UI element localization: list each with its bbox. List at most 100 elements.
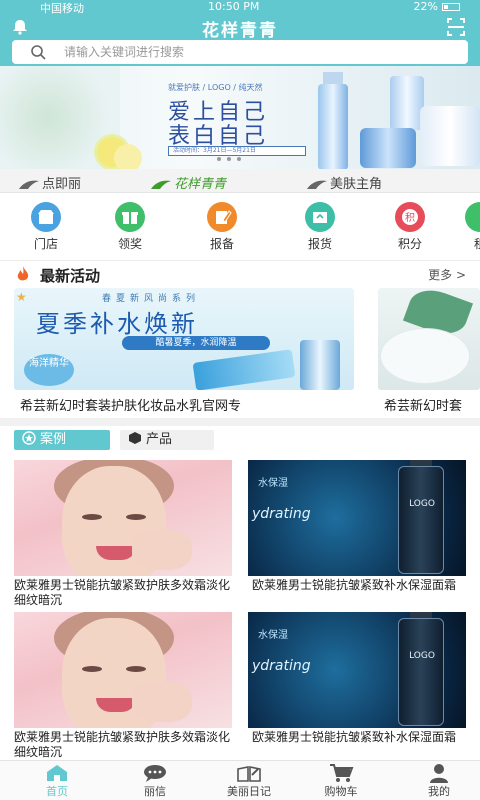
case-card-caption[interactable]: 欧莱雅男士锐能抗皱紧致护肤多效霜淡化细纹暗沉 [14,730,232,760]
rent-icon [465,202,480,232]
product-bottle: LOGO [398,618,444,726]
case-card-caption[interactable]: 欧莱雅男士锐能抗皱紧致补水保湿面霜 [252,578,470,593]
promo-subtitle: 春夏新风尚系列 [102,294,201,304]
search-bar[interactable] [12,40,468,64]
brand-tab-label: 美肤主角 [330,177,383,192]
tab-cart[interactable]: 购物车 [306,763,376,799]
dish-image [380,328,470,384]
brand-tab-label: 花样青青 [174,177,227,192]
section-divider [0,418,480,426]
tab-label: 美丽日记 [227,785,271,798]
leaf-logo-icon [307,180,327,189]
promo-card[interactable] [378,288,480,390]
case-card-image[interactable]: 水保湿 ydrating LOGO [248,612,466,728]
tab-label: 购物车 [324,785,358,798]
tab-diary[interactable]: 美丽日记 [214,763,284,799]
product-jar [420,106,480,166]
promo-headline: 夏季补水焕新 [36,310,198,338]
quick-rent[interactable]: 租 [450,202,480,252]
chat-icon [142,763,168,783]
card-image-text: ydrating [252,658,311,674]
case-card-caption[interactable]: 欧莱雅男士锐能抗皱紧致护肤多效霜淡化细纹暗沉 [14,578,232,608]
quick-label: 门店 [33,237,58,251]
bottle-logo: LOGO [409,651,435,661]
fire-icon [14,265,32,283]
promo-seal: 海洋精华 [24,354,74,386]
status-bar: 中国移动 10:50 PM 22% [0,0,480,15]
quick-reward[interactable]: 领奖 [100,202,160,252]
quick-label: 报备 [209,237,234,251]
brand-tab-meifuzhujiao[interactable]: 美肤主角 [306,173,382,192]
case-card-image[interactable]: 水保湿 ydrating LOGO [248,460,466,576]
tab-label: 我的 [428,785,450,798]
user-icon [426,763,452,783]
svg-text:积: 积 [405,212,415,224]
eye-shape [82,666,102,672]
tab-profile[interactable]: 我的 [404,763,474,799]
points-icon: 积 [395,202,425,232]
tab-case[interactable]: 案例 [14,430,110,450]
quick-label: 积分 [397,237,422,251]
quick-label: 租 [473,237,480,251]
card-image-text: 水保湿 [258,630,288,641]
brand-tab-huayangqingqing[interactable]: 花样青青 [150,173,226,192]
eye-shape [82,514,102,520]
product-bottle [390,76,424,130]
quick-label: 报货 [307,237,332,251]
content-tabs: 案例 产品 [0,426,480,456]
promo-card[interactable]: ★ 春夏新风尚系列 夏季补水焕新 酷暑夏季，水润降温 海洋精华 [14,288,354,390]
quick-store[interactable]: 门店 [16,202,76,252]
app-header: 花样青青 [0,14,480,66]
hero-banner[interactable]: 就爱护肤 / LOGO / 纯天然 爱上自己 表白自己 活动时间：3月21日—5… [0,66,480,169]
search-input[interactable] [64,42,444,62]
battery-percent: 22% [413,0,438,13]
banner-tagline: 就爱护肤 / LOGO / 纯天然 [168,83,263,92]
lemon-slice-image [114,144,142,169]
brand-tab-dianjili[interactable]: 点即丽 [18,173,81,192]
tab-product[interactable]: 产品 [120,430,214,450]
banner-date: 活动时间：3月21日—5月21日 [168,146,306,156]
promo-caption[interactable]: 希芸新幻时套 [384,395,480,414]
case-card-image[interactable] [14,612,232,728]
clock: 10:50 PM [208,0,260,13]
tab-case-label: 案例 [40,432,67,447]
scan-icon[interactable] [446,17,466,37]
case-card-image[interactable] [14,460,232,576]
edit-icon [207,202,237,232]
product-tube [192,349,296,390]
hand-shape [132,682,192,722]
bottle-logo: LOGO [409,499,435,509]
brand-tabs: 点即丽 花样青青 美肤主角 [0,169,480,193]
leaf-logo-icon [19,180,39,189]
leaf-logo-icon [151,180,171,189]
gift-icon [115,202,145,232]
diary-icon [236,763,262,783]
bottom-tab-bar: 首页 丽信 美丽日记 购物车 我的 [0,760,480,800]
cube-icon [129,432,141,444]
product-bottle [300,340,340,390]
tab-label: 丽信 [144,785,166,798]
product-jar [360,128,416,168]
quick-order[interactable]: 报货 [290,202,350,252]
quick-points[interactable]: 积 积分 [380,202,440,252]
tab-messages[interactable]: 丽信 [120,763,190,799]
brand-tab-label: 点即丽 [42,177,82,192]
activity-title: 最新活动 [40,267,101,285]
more-link[interactable]: 更多 > [428,266,466,283]
case-icon [22,431,36,445]
card-image-text: ydrating [252,506,311,522]
home-icon [44,763,70,783]
app-title: 花样青青 [202,21,278,41]
case-card-caption[interactable]: 欧莱雅男士锐能抗皱紧致补水保湿面霜 [252,730,470,745]
promo-caption[interactable]: 希芸新幻时套装护肤化妆品水乳官网专 [20,395,360,414]
battery-icon [442,3,460,11]
tab-home[interactable]: 首页 [22,763,92,799]
tab-product-label: 产品 [146,432,173,447]
eye-shape [126,666,146,672]
quick-label: 领奖 [117,237,142,251]
star-icon: ★ [16,290,27,304]
banner-pager [217,157,241,161]
search-icon [30,44,46,60]
quick-actions: 门店 领奖 报备 报货 积 积分 租 [0,196,480,252]
quick-report[interactable]: 报备 [192,202,252,252]
